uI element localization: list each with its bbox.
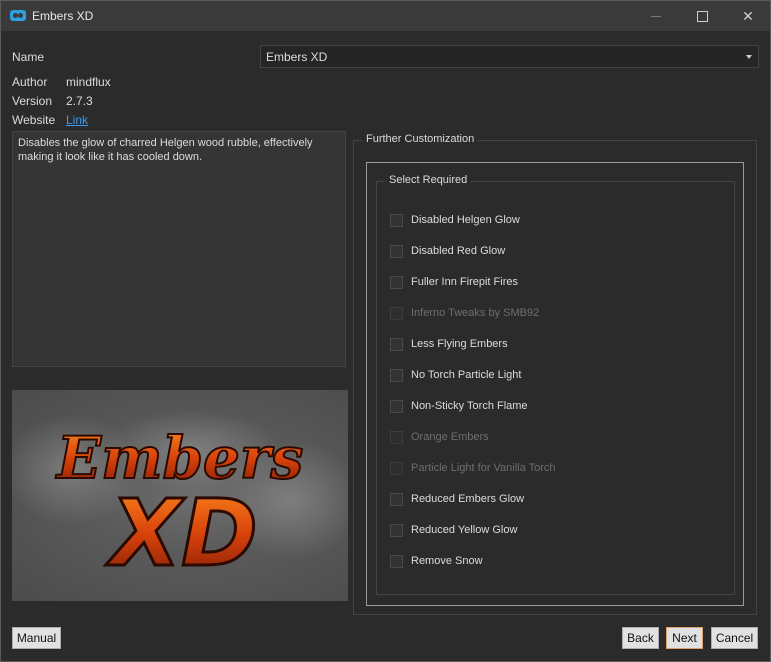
window-title: Embers XD [32, 9, 94, 23]
checkbox[interactable] [390, 369, 403, 382]
option-label[interactable]: No Torch Particle Light [411, 369, 521, 381]
option-label[interactable]: Fuller Inn Firepit Fires [411, 276, 518, 288]
minimize-button[interactable] [633, 1, 679, 31]
option-label: Particle Light for Vanilla Torch [411, 462, 556, 474]
option-label[interactable]: Less Flying Embers [411, 338, 508, 350]
checkbox[interactable] [390, 245, 403, 258]
select-required-title: Select Required [385, 174, 472, 186]
checkbox[interactable] [390, 493, 403, 506]
close-icon: ✕ [742, 7, 754, 24]
description-box[interactable]: Disables the glow of charred Helgen wood… [12, 131, 346, 367]
option-label[interactable]: Disabled Helgen Glow [411, 214, 520, 226]
back-button[interactable]: Back [622, 627, 659, 649]
title-bar[interactable]: Embers XD ✕ [1, 1, 770, 31]
option-label: Inferno Tweaks by SMB92 [411, 307, 540, 319]
author-value: mindflux [66, 75, 111, 89]
checkbox[interactable] [390, 338, 403, 351]
checkbox [390, 307, 403, 320]
maximize-icon [696, 10, 708, 22]
close-button[interactable]: ✕ [725, 1, 771, 31]
option-label[interactable]: Reduced Embers Glow [411, 493, 524, 505]
checkbox[interactable] [390, 276, 403, 289]
option-label[interactable]: Non-Sticky Torch Flame [411, 400, 528, 412]
checkbox[interactable] [390, 400, 403, 413]
version-value: 2.7.3 [66, 94, 93, 108]
chevron-down-icon [746, 55, 752, 59]
maximize-button[interactable] [679, 1, 725, 31]
banner-title-line2: XD [105, 480, 257, 587]
banner-graphic: Embers XD [12, 410, 348, 589]
next-button[interactable]: Next [666, 627, 703, 649]
option-label: Orange Embers [411, 431, 489, 443]
further-customization-title: Further Customization [362, 133, 479, 145]
name-dropdown[interactable]: Embers XD [260, 45, 759, 68]
option-label[interactable]: Remove Snow [411, 555, 483, 567]
cancel-button[interactable]: Cancel [711, 627, 758, 649]
website-label: Website [12, 113, 56, 127]
checkbox [390, 462, 403, 475]
name-dropdown-value: Embers XD [266, 50, 328, 64]
app-icon [10, 10, 26, 21]
minimize-icon [651, 15, 661, 17]
option-label[interactable]: Reduced Yellow Glow [411, 524, 517, 536]
option-label[interactable]: Disabled Red Glow [411, 245, 505, 257]
mod-banner-image: Embers XD [12, 390, 348, 601]
checkbox [390, 431, 403, 444]
checkbox[interactable] [390, 214, 403, 227]
manual-button[interactable]: Manual [12, 627, 61, 649]
website-link[interactable]: Link [66, 113, 88, 127]
name-label: Name [12, 50, 45, 64]
version-label: Version [12, 94, 53, 108]
checkbox[interactable] [390, 524, 403, 537]
author-label: Author [12, 75, 48, 89]
checkbox[interactable] [390, 555, 403, 568]
